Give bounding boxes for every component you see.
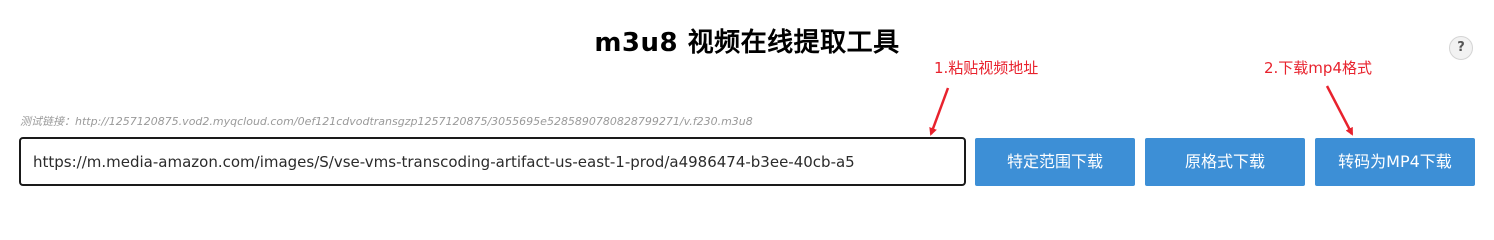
app-page: m3u8 视频在线提取工具 ? 1.粘贴视频地址 2.下载mp4格式 测试链接：… [0,0,1494,203]
video-url-input[interactable] [19,137,966,186]
test-link-hint: 测试链接：http://1257120875.vod2.myqcloud.com… [20,115,753,128]
arrow-to-input [929,87,950,136]
mp4-transcode-download-button[interactable]: 转码为MP4下载 [1315,138,1475,186]
arrow-to-mp4-button [1325,85,1354,136]
original-format-download-button[interactable]: 原格式下载 [1145,138,1305,186]
annotation-step-1: 1.粘贴视频地址 [934,59,1039,77]
help-icon[interactable]: ? [1449,36,1473,60]
annotation-step-2: 2.下载mp4格式 [1264,59,1372,77]
range-download-button[interactable]: 特定范围下载 [975,138,1135,186]
page-title: m3u8 视频在线提取工具 [594,28,900,58]
